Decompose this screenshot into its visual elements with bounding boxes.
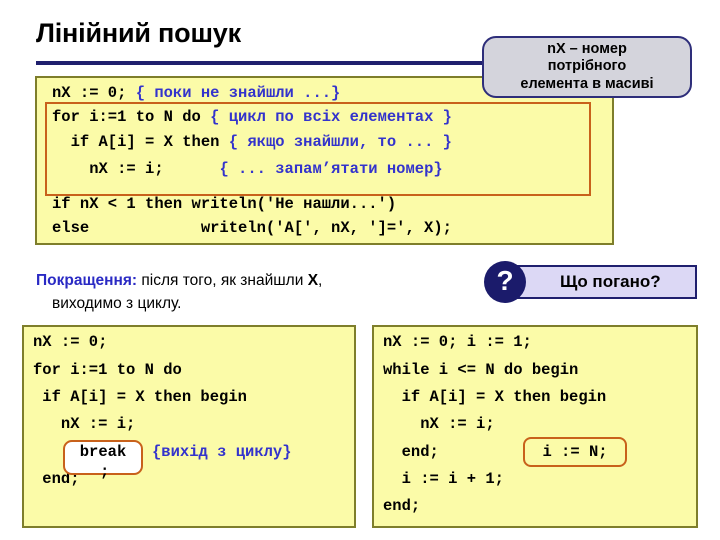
code-line: if A[i] = X then { якщо знайшли, то ... … — [52, 133, 452, 151]
code-line: nX := 0; — [33, 333, 107, 351]
code-text: nX := 0; — [52, 84, 136, 102]
code-text: if A[i] = X then — [52, 133, 229, 151]
set-n-statement: i := N; — [542, 443, 608, 461]
question-badge[interactable]: Що погано? — [503, 265, 697, 299]
code-text: nX := i; — [383, 415, 495, 433]
code-line: {вихід з циклу} — [152, 443, 292, 461]
callout-line-1: nX – номер — [547, 41, 627, 58]
code-line: nX := i; { ... запам’ятати номер} — [52, 160, 443, 178]
question-badge-label: Що погано? — [560, 272, 661, 291]
callout-line-2: потрібного — [547, 58, 627, 75]
code-comment: { якщо знайшли, то ... } — [228, 133, 452, 151]
code-text: if nX < 1 then writeln('Не нашли...') — [52, 195, 397, 213]
code-line: for i:=1 to N do — [33, 361, 182, 379]
set-n-highlight-capsule: i := N; — [523, 437, 627, 467]
code-line: nX := 0; i := 1; — [383, 333, 532, 351]
code-comment: { цикл по всіх елементах } — [210, 108, 452, 126]
code-line: else writeln('A[', nX, ']=', X); — [52, 219, 452, 237]
code-line: if A[i] = X then begin — [383, 388, 607, 406]
code-text: nX := i; — [52, 160, 220, 178]
code-text: nX := 0; i := 1; — [383, 333, 532, 351]
code-text: nX := i; — [33, 415, 136, 433]
code-comment: { ... запам’ятати номер} — [219, 160, 443, 178]
code-line: end; — [383, 443, 439, 461]
improvement-text-before: після того, як знайшли — [137, 272, 308, 289]
callout-line-3: елемента в масиві — [520, 75, 654, 92]
code-text: end; — [383, 443, 439, 461]
code-line: for i:=1 to N do { цикл по всіх елемента… — [52, 108, 452, 126]
code-line: nX := 0; { поки не знайшли ...} — [52, 84, 340, 102]
code-text: while i <= N do begin — [383, 361, 579, 379]
improvement-label: Покращення: — [36, 272, 138, 289]
code-text: if A[i] = X then begin — [383, 388, 607, 406]
improvement-var-x: X — [307, 272, 319, 289]
code-text: i := i + 1; — [383, 470, 504, 488]
code-comment: { поки не знайшли ...} — [135, 84, 341, 102]
code-text: if A[i] = X then begin — [33, 388, 247, 406]
code-text: end; — [383, 497, 421, 515]
code-text: nX := 0; — [33, 333, 108, 351]
improvement-note-line-1: Покращення: після того, як знайшли X, — [36, 272, 322, 290]
code-line: i := i + 1; — [383, 470, 504, 488]
code-line: end; — [383, 497, 420, 515]
code-line: if nX < 1 then writeln('Не нашли...') — [52, 195, 396, 213]
code-comment: {вихід з циклу} — [152, 443, 292, 461]
code-text: for i:=1 to N do — [52, 108, 211, 126]
improvement-text-after: , — [318, 272, 323, 289]
break-semicolon: ; — [100, 463, 110, 481]
code-line: while i <= N do begin — [383, 361, 578, 379]
code-text: else writeln('A[', nX, ']=', X); — [52, 219, 452, 237]
page-title: Лінійний пошук — [36, 18, 241, 48]
improvement-note-line-2: виходимо з циклу. — [52, 295, 182, 312]
code-line: nX := i; — [33, 415, 135, 433]
code-line: nX := i; — [383, 415, 495, 433]
nx-description-callout: nX – номер потрібного елемента в масиві — [482, 36, 692, 98]
code-line: if A[i] = X then begin — [33, 388, 247, 406]
code-text: for i:=1 to N do — [33, 361, 182, 379]
question-mark-icon: ? — [484, 261, 526, 303]
break-keyword: break — [79, 443, 127, 461]
